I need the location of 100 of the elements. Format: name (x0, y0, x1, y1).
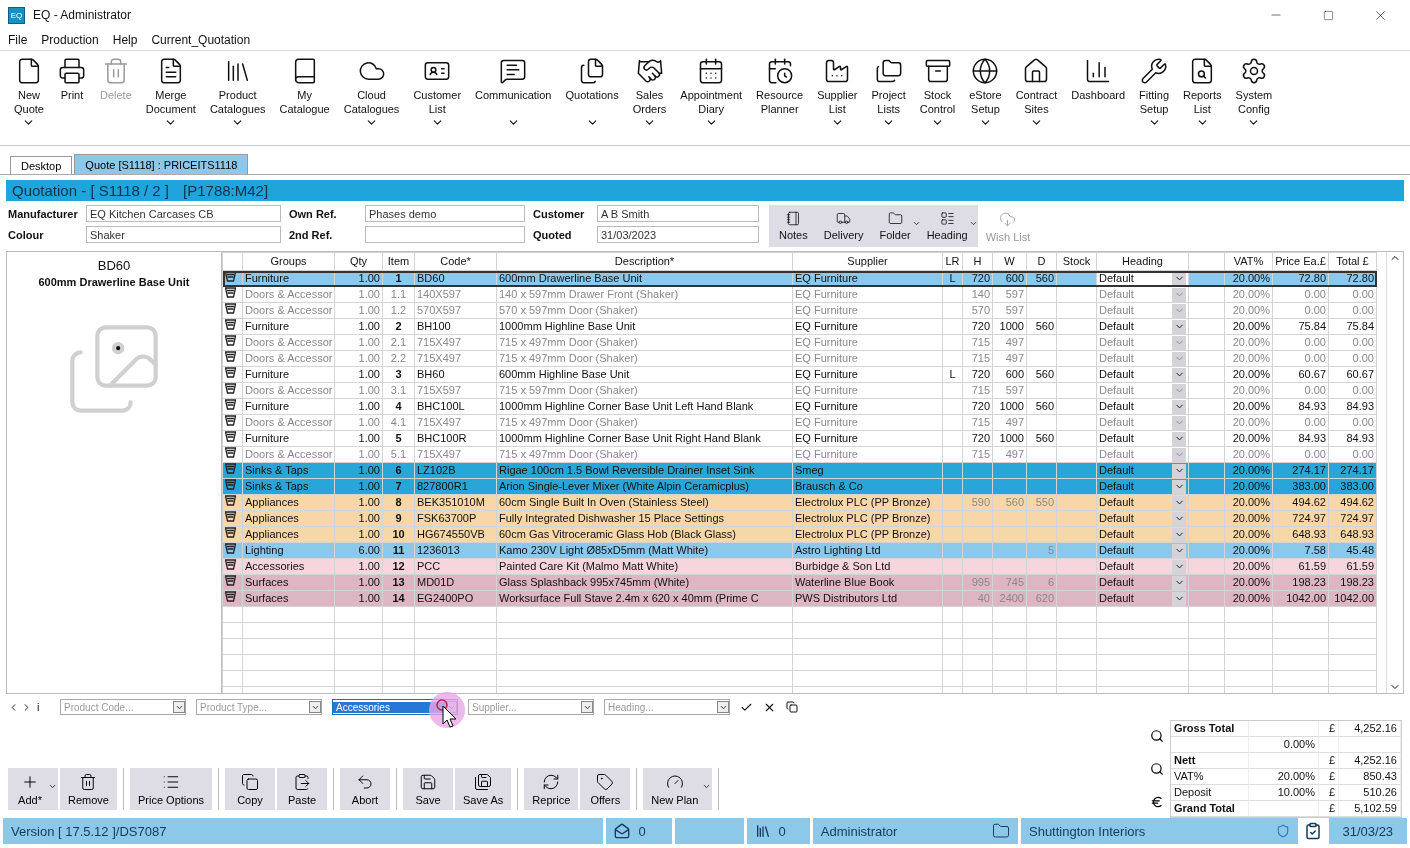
input-field[interactable] (365, 226, 525, 243)
toolbar-button[interactable]: New Quote (8, 57, 50, 137)
column-header[interactable]: W (992, 252, 1027, 271)
toolbar-button[interactable]: Product Catalogues (203, 57, 272, 137)
toolbar-button[interactable]: Cloud Catalogues (337, 57, 406, 137)
toolbar-button[interactable]: Quotations (559, 57, 625, 137)
column-header[interactable]: Supplier (792, 252, 943, 271)
toolbar-button[interactable]: Supplier List (811, 57, 864, 137)
heading-cell[interactable]: Default (1096, 574, 1189, 591)
basket-icon[interactable] (225, 495, 236, 506)
toolbar-button[interactable]: Merge Document (139, 57, 202, 137)
column-header[interactable]: VAT% (1224, 252, 1273, 271)
toolbar-button[interactable]: Reports List (1177, 57, 1228, 137)
action-button[interactable]: Add* (8, 768, 58, 810)
heading-cell[interactable]: Default (1096, 414, 1189, 431)
tool-button[interactable]: Folder (871, 205, 919, 247)
action-button[interactable]: New Plan (643, 768, 713, 810)
heading-cell[interactable]: Default (1096, 558, 1189, 575)
toolbar-button[interactable]: Resource Planner (750, 57, 810, 137)
heading-cell[interactable]: Default (1096, 526, 1189, 543)
search-button[interactable] (1150, 729, 1164, 744)
heading-cell[interactable]: Default (1096, 510, 1189, 527)
heading-cell[interactable]: Default (1096, 302, 1189, 319)
toolbar-button[interactable]: eStore Setup (963, 57, 1008, 137)
heading-cell[interactable]: Default (1096, 382, 1189, 399)
basket-icon[interactable] (225, 591, 236, 602)
heading-cell[interactable]: Default (1096, 318, 1189, 335)
folder-icon[interactable] (992, 822, 1010, 840)
tab[interactable]: Desktop (10, 156, 73, 174)
action-button[interactable]: Remove (60, 768, 117, 810)
action-button[interactable]: Reprice (524, 768, 579, 810)
basket-icon[interactable] (225, 463, 236, 474)
basket-icon[interactable] (225, 271, 236, 282)
heading-cell[interactable]: Default (1096, 462, 1189, 479)
toolbar-button[interactable]: Communication (469, 57, 558, 137)
basket-icon[interactable] (225, 335, 236, 346)
action-button[interactable]: Price Options (129, 768, 212, 810)
euro-button[interactable] (1150, 794, 1164, 809)
column-header[interactable]: H (962, 252, 993, 271)
input-field[interactable]: EQ Kitchen Carcases CB (86, 205, 281, 222)
heading-cell[interactable]: Default (1096, 478, 1189, 495)
toolbar-button[interactable]: Sales Orders (626, 57, 673, 137)
toolbar-button[interactable]: Stock Control (913, 57, 962, 137)
column-header[interactable]: Groups (242, 252, 335, 271)
basket-icon[interactable] (225, 575, 236, 586)
toolbar-button[interactable]: Customer List (407, 57, 468, 137)
tool-button[interactable]: Notes (771, 205, 816, 247)
search-button[interactable] (1150, 762, 1164, 776)
basket-icon[interactable] (225, 543, 236, 554)
column-header[interactable]: Description* (496, 252, 793, 271)
heading-cell[interactable]: Default (1096, 542, 1189, 559)
tool-button[interactable]: Delivery (815, 205, 872, 247)
column-header[interactable]: LR (942, 252, 963, 271)
input-field[interactable]: 31/03/2023 (597, 226, 759, 243)
action-button[interactable]: Abort (340, 768, 390, 810)
heading-cell[interactable]: Default (1096, 398, 1189, 415)
copy-icon[interactable] (786, 701, 798, 713)
column-header[interactable]: Heading (1096, 252, 1189, 271)
basket-icon[interactable] (225, 415, 236, 426)
tab[interactable]: Quote [S1118] : PRICEITS1118 (74, 154, 249, 174)
heading-cell[interactable]: Default (1096, 446, 1189, 463)
column-header[interactable]: Item (382, 252, 415, 271)
input-field[interactable]: Shaker (86, 226, 281, 243)
heading-cell[interactable]: Default (1096, 286, 1189, 303)
column-header[interactable]: Total £ (1328, 252, 1377, 271)
basket-icon[interactable] (225, 399, 236, 410)
toolbar-button[interactable]: Fitting Setup (1133, 57, 1176, 137)
basket-icon[interactable] (225, 303, 236, 314)
action-button[interactable]: Save (403, 768, 453, 810)
column-header[interactable]: Price Ea.£ (1272, 252, 1329, 271)
basket-icon[interactable] (225, 559, 236, 570)
basket-icon[interactable] (225, 479, 236, 490)
heading-cell[interactable]: Default (1096, 494, 1189, 511)
column-header[interactable]: Code* (414, 252, 497, 271)
basket-icon[interactable] (225, 319, 236, 330)
heading-cell[interactable]: Default (1096, 590, 1189, 607)
basket-icon[interactable] (225, 383, 236, 394)
basket-icon[interactable] (225, 527, 236, 538)
heading-cell[interactable]: Default (1096, 430, 1189, 447)
action-button[interactable]: Save As (455, 768, 512, 810)
toolbar-button[interactable]: Print (51, 57, 92, 137)
heading-cell[interactable]: Default (1096, 366, 1189, 383)
column-header[interactable]: Stock (1056, 252, 1097, 271)
tool-button[interactable]: Heading (918, 205, 976, 247)
basket-icon[interactable] (225, 287, 236, 298)
basket-icon[interactable] (225, 511, 236, 522)
column-header[interactable]: D (1026, 252, 1057, 271)
action-button[interactable]: Offers (580, 768, 631, 810)
toolbar-button[interactable]: Project Lists (865, 57, 912, 137)
toolbar-button[interactable]: System Config (1229, 57, 1279, 137)
toolbar-button[interactable]: My Catalogue (273, 57, 336, 137)
heading-cell[interactable]: Default (1096, 350, 1189, 367)
basket-icon[interactable] (225, 367, 236, 378)
toolbar-button[interactable]: Dashboard (1065, 57, 1132, 137)
heading-cell[interactable]: Default (1096, 334, 1189, 351)
basket-icon[interactable] (225, 351, 236, 362)
menu-item[interactable]: Production (41, 33, 99, 47)
menu-item[interactable]: Help (112, 33, 138, 47)
action-button[interactable]: Paste (277, 768, 327, 810)
toolbar-button[interactable]: Appointment Diary (674, 57, 749, 137)
